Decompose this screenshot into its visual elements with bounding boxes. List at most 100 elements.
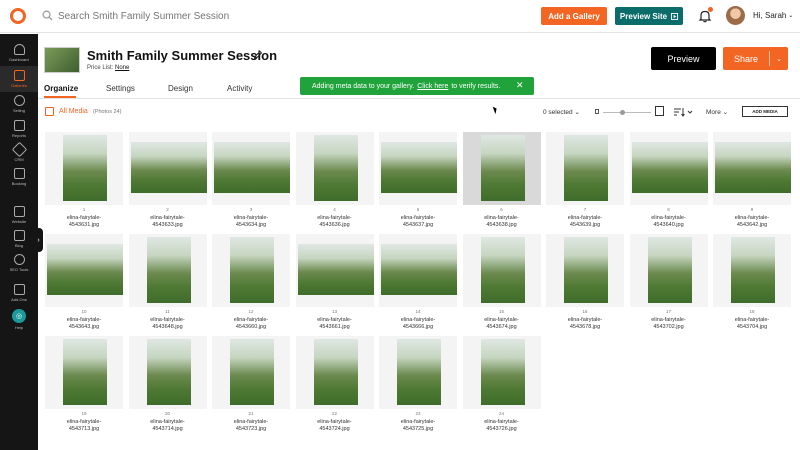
- photo-tile[interactable]: 8 elina-fairytale- 4543640.jpg: [629, 132, 709, 236]
- photo-filename: elina-fairytale- 4543638.jpg: [484, 215, 519, 228]
- photo-thumbnail[interactable]: [480, 135, 525, 201]
- photo-tile[interactable]: 10 elina-fairytale- 4543643.jpg: [44, 234, 124, 338]
- thumbnail-size-slider[interactable]: [603, 112, 651, 113]
- tab-activity[interactable]: Activity: [227, 84, 252, 93]
- photo-tile[interactable]: 19 elina-fairytale- 4543713.jpg: [44, 336, 124, 440]
- photo-tile[interactable]: 15 elina-fairytale- 4543674.jpg: [462, 234, 542, 338]
- tab-organize[interactable]: Organize: [44, 84, 78, 93]
- photo-tile[interactable]: 21 elina-fairytale- 4543723.jpg: [211, 336, 291, 440]
- sidebar-collapse-toggle[interactable]: ›: [34, 228, 43, 252]
- photo-tile[interactable]: 24 elina-fairytale- 4543726.jpg: [462, 336, 542, 440]
- photo-filename: elina-fairytale- 4543634.jpg: [233, 215, 269, 228]
- preview-site-button[interactable]: Preview Site: [615, 7, 683, 25]
- photo-tile[interactable]: 11 elina-fairytale- 4543648.jpg: [128, 234, 208, 338]
- sidebar-item-seo-tools[interactable]: SEO Tools: [0, 250, 38, 276]
- photo-tile[interactable]: 17 elina-fairytale- 4543702.jpg: [629, 234, 709, 338]
- photo-thumbnail[interactable]: [146, 237, 191, 303]
- logo-icon[interactable]: [10, 8, 26, 24]
- photo-thumbnail[interactable]: [564, 135, 608, 201]
- price-list: Price List: None: [87, 65, 129, 71]
- add-gallery-label: Add a Gallery: [548, 11, 600, 21]
- photo-thumbnail[interactable]: [731, 237, 775, 303]
- photo-thumbnail[interactable]: [63, 135, 107, 201]
- pencil-icon[interactable]: [253, 50, 263, 60]
- photo-tile[interactable]: 1 elina-fairytale- 4543631.jpg: [44, 132, 124, 236]
- photo-thumbnail[interactable]: [313, 135, 358, 201]
- sidebar-item-galleries[interactable]: Galleries: [0, 66, 38, 92]
- sidebar-item-booking[interactable]: Booking: [0, 164, 38, 190]
- photo-tile[interactable]: 14 elina-fairytale- 4543666.jpg: [378, 234, 458, 338]
- photo-filename: elina-fairytale- 4543640.jpg: [651, 215, 686, 228]
- photo-thumbnail[interactable]: [47, 244, 123, 295]
- photo-thumbnail[interactable]: [480, 237, 525, 303]
- photo-frame: [546, 234, 624, 307]
- photo-tile[interactable]: 9 elina-fairytale- 4543642.jpg: [712, 132, 792, 236]
- photo-thumbnail[interactable]: [631, 142, 708, 193]
- photo-tile[interactable]: 18 elina-fairytale- 4543704.jpg: [712, 234, 792, 338]
- photo-frame: [379, 132, 457, 205]
- photo-tile[interactable]: 3 elina-fairytale- 4543634.jpg: [211, 132, 291, 236]
- more-dropdown[interactable]: More ⌄: [706, 108, 728, 116]
- photo-thumbnail[interactable]: [230, 339, 274, 405]
- photo-tile[interactable]: 16 elina-fairytale- 4543678.jpg: [545, 234, 625, 338]
- all-media-link[interactable]: All Media: [59, 108, 88, 115]
- chevron-right-icon: ›: [37, 236, 40, 244]
- sidebar-item-blog[interactable]: Blog: [0, 226, 38, 252]
- avatar[interactable]: [726, 6, 745, 25]
- photo-thumbnail[interactable]: [313, 339, 358, 405]
- sidebar-item-dashboard[interactable]: Dashboard: [0, 40, 38, 66]
- photo-tile[interactable]: 7 elina-fairytale- 4543639.jpg: [545, 132, 625, 236]
- photo-thumbnail[interactable]: [130, 142, 207, 193]
- user-menu[interactable]: Hi, Sarah ⌄: [753, 11, 793, 20]
- sort-icon[interactable]: [673, 107, 693, 117]
- photo-thumbnail[interactable]: [230, 237, 274, 303]
- paper-plane-icon: [11, 141, 27, 158]
- sidebar-item-selling[interactable]: Selling: [0, 91, 38, 117]
- photo-number: 15: [498, 309, 504, 314]
- selected-dropdown[interactable]: 0 selected ⌄: [543, 108, 580, 116]
- tab-design[interactable]: Design: [168, 84, 193, 93]
- photo-thumbnail[interactable]: [381, 244, 457, 295]
- toast-link[interactable]: Click here: [417, 83, 448, 90]
- sidebar-item-add-ons[interactable]: Add-Ons: [0, 280, 38, 306]
- photo-thumbnail[interactable]: [63, 339, 107, 405]
- photo-thumbnail[interactable]: [647, 237, 692, 303]
- add-media-button[interactable]: ADD MEDIA: [742, 106, 788, 117]
- sidebar-item-reports[interactable]: Reports: [0, 116, 38, 142]
- photo-thumbnail[interactable]: [381, 142, 457, 193]
- photo-thumbnail[interactable]: [715, 142, 791, 193]
- photo-tile[interactable]: 4 elina-fairytale- 4543636.jpg: [295, 132, 375, 236]
- sidebar-item-website[interactable]: Website: [0, 202, 38, 228]
- photo-tile[interactable]: 5 elina-fairytale- 4543637.jpg: [378, 132, 458, 236]
- share-button[interactable]: Share ⌄: [723, 47, 788, 70]
- photo-tile[interactable]: 20 elina-fairytale- 4543714.jpg: [128, 336, 208, 440]
- tab-settings[interactable]: Settings: [106, 84, 135, 93]
- slider-handle[interactable]: [620, 110, 625, 115]
- small-thumbnail-icon[interactable]: [595, 109, 599, 114]
- photo-thumbnail[interactable]: [564, 237, 608, 303]
- large-thumbnail-icon[interactable]: [655, 106, 664, 116]
- photo-tile[interactable]: 2 elina-fairytale- 4543633.jpg: [128, 132, 208, 236]
- photo-thumbnail[interactable]: [214, 142, 290, 193]
- chevron-down-icon[interactable]: ⌄: [770, 55, 788, 63]
- sidebar-item-help[interactable]: ◎ Help: [0, 306, 38, 332]
- photo-tile[interactable]: 6 elina-fairytale- 4543638.jpg: [462, 132, 542, 236]
- photo-number: 7: [583, 207, 587, 212]
- photo-tile[interactable]: 13 elina-fairytale- 4543661.jpg: [295, 234, 375, 338]
- preview-button[interactable]: Preview: [651, 47, 716, 70]
- photo-thumbnail[interactable]: [397, 339, 441, 405]
- photo-tile[interactable]: 22 elina-fairytale- 4543724.jpg: [295, 336, 375, 440]
- photo-number: 21: [248, 411, 254, 416]
- close-icon[interactable]: ✕: [516, 80, 524, 91]
- price-list-link[interactable]: None: [115, 65, 129, 71]
- sidebar-item-crm[interactable]: CRM: [0, 140, 38, 166]
- add-gallery-button[interactable]: Add a Gallery: [541, 7, 607, 25]
- target-icon: [13, 254, 25, 265]
- search-input[interactable]: [58, 8, 358, 24]
- photos-count: (Photos 24): [93, 109, 122, 115]
- photo-thumbnail[interactable]: [480, 339, 525, 405]
- photo-thumbnail[interactable]: [146, 339, 191, 405]
- photo-tile[interactable]: 23 elina-fairytale- 4543725.jpg: [378, 336, 458, 440]
- photo-thumbnail[interactable]: [297, 244, 374, 295]
- photo-tile[interactable]: 12 elina-fairytale- 4543660.jpg: [211, 234, 291, 338]
